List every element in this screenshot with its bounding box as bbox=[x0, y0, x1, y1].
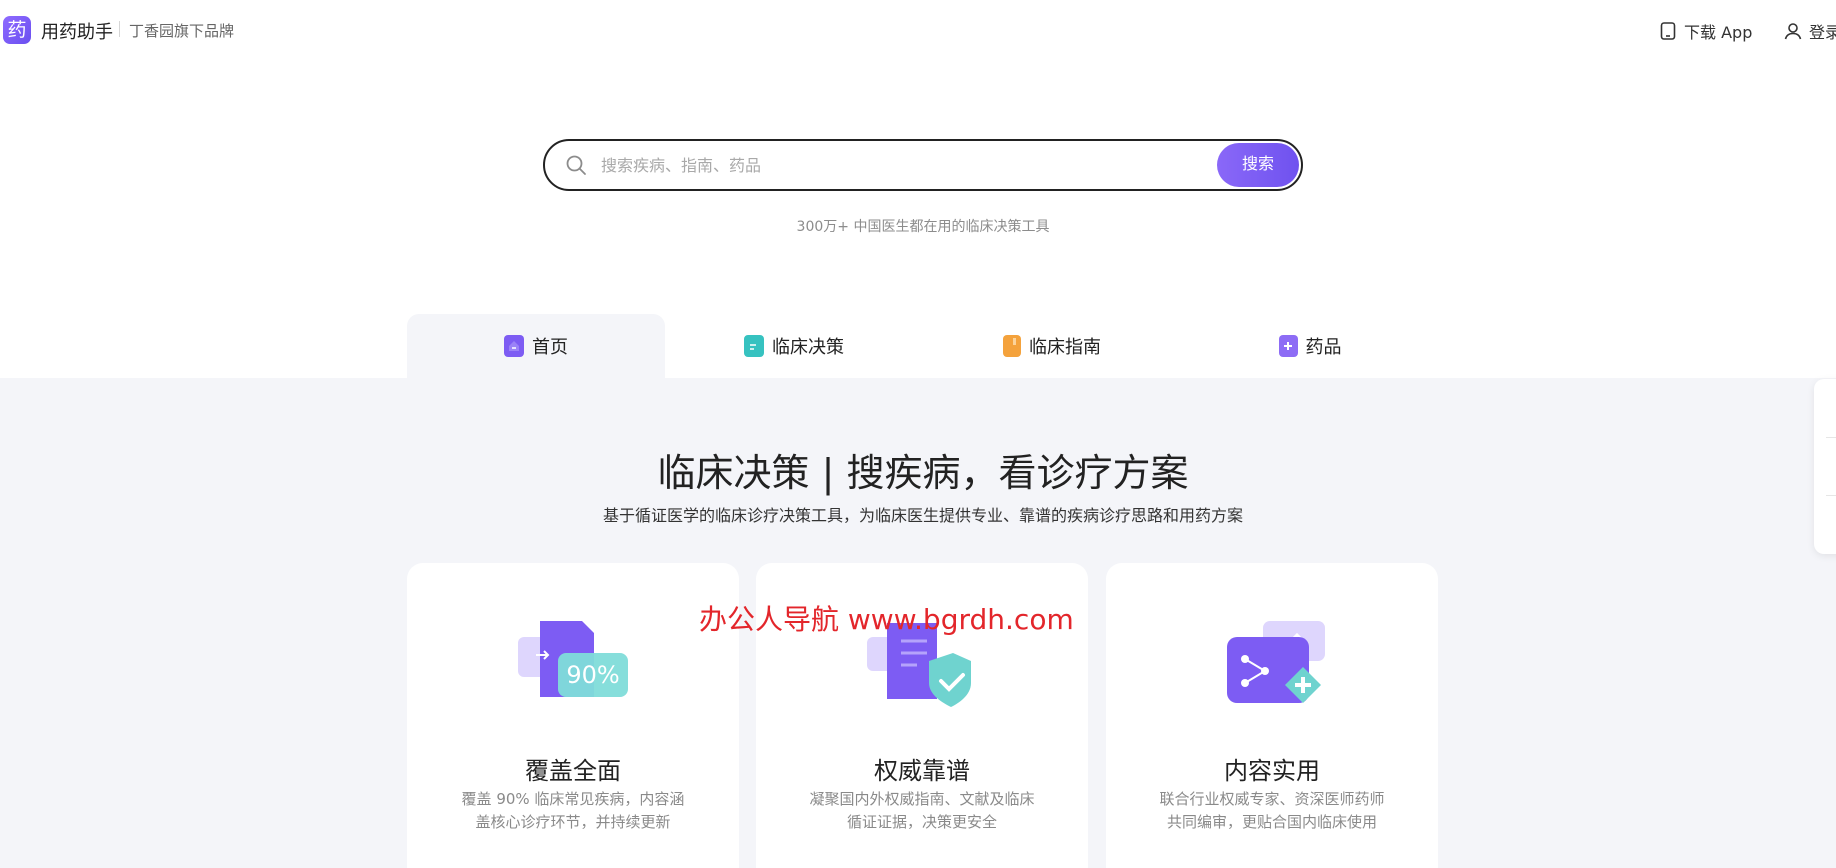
download-app-label: 下载 App bbox=[1684, 23, 1753, 42]
search-bar: 搜索 bbox=[543, 139, 1303, 191]
header-divider bbox=[119, 21, 120, 37]
login-label: 登录 bbox=[1809, 23, 1836, 42]
user-icon bbox=[1784, 23, 1802, 40]
search-tagline: 300万+ 中国医生都在用的临床决策工具 bbox=[796, 219, 1050, 235]
coverage-document-icon: 90% bbox=[518, 621, 628, 697]
tab-clinical-guideline-label: 临床指南 bbox=[1029, 337, 1101, 358]
tab-home[interactable]: 首页 bbox=[407, 314, 665, 378]
guideline-book-icon bbox=[1003, 335, 1021, 357]
coverage-badge: 90% bbox=[566, 661, 619, 689]
app-logo-icon[interactable]: 药 bbox=[3, 16, 31, 44]
feature-card-practical: 内容实用 联合行业权威专家、资深医师药师共同编审，更贴合国内临床使用 bbox=[1106, 563, 1438, 868]
feature-card-desc: 凝聚国内外权威指南、文献及临床循证证据，决策更安全 bbox=[809, 790, 1035, 831]
feature-card-desc: 联合行业权威专家、资深医师药师共同编审，更贴合国内临床使用 bbox=[1159, 790, 1385, 831]
feature-card-title: 权威靠谱 bbox=[874, 757, 970, 785]
home-icon bbox=[504, 335, 524, 357]
section-title: 临床决策 | 搜疾病，看诊疗方案 bbox=[657, 451, 1189, 495]
side-toolbar-divider bbox=[1826, 495, 1836, 496]
practical-share-icon bbox=[1227, 621, 1325, 703]
tab-clinical-guideline[interactable]: 临床指南 bbox=[923, 314, 1181, 378]
section-subtitle: 基于循证医学的临床诊疗决策工具，为临床医生提供专业、靠谱的疾病诊疗思路和用药方案 bbox=[602, 506, 1243, 525]
feature-card-coverage: 90% 覆盖全面 覆盖 90% 临床常见疾病，内容涵盖核心诊疗环节，并持续更新 bbox=[407, 563, 739, 868]
tab-medicine[interactable]: 药品 bbox=[1181, 314, 1439, 378]
app-name[interactable]: 用药助手 bbox=[41, 18, 113, 44]
brand-subtitle: 丁香园旗下品牌 bbox=[129, 22, 235, 40]
tab-medicine-label: 药品 bbox=[1305, 337, 1342, 358]
download-app-link[interactable]: 下载 App bbox=[1658, 19, 1752, 43]
medicine-icon bbox=[1278, 335, 1298, 357]
feature-card-title: 内容实用 bbox=[1224, 757, 1320, 785]
tablet-icon bbox=[1660, 22, 1676, 40]
search-input[interactable] bbox=[601, 151, 1241, 179]
main-tabs: 首页 临床决策 临床指南 药品 bbox=[407, 314, 1439, 378]
side-toolbar-divider bbox=[1826, 437, 1836, 438]
tab-home-label: 首页 bbox=[532, 337, 568, 358]
tab-clinical-decision-label: 临床决策 bbox=[772, 337, 844, 358]
watermark-text: 办公人导航 www.bgrdh.com bbox=[699, 603, 1074, 636]
feature-card-title: 覆盖全面 bbox=[525, 757, 621, 785]
tab-clinical-decision[interactable]: 临床决策 bbox=[665, 314, 923, 378]
side-toolbar[interactable] bbox=[1814, 379, 1836, 554]
login-link[interactable]: 登录 bbox=[1783, 19, 1836, 43]
clinical-decision-icon bbox=[744, 335, 764, 357]
feature-card-desc: 覆盖 90% 临床常见疾病，内容涵盖核心诊疗环节，并持续更新 bbox=[461, 790, 685, 831]
top-header: 药 用药助手 丁香园旗下品牌 下载 App 登录 bbox=[0, 0, 1836, 58]
search-button[interactable]: 搜索 bbox=[1217, 143, 1299, 187]
search-icon bbox=[566, 155, 586, 175]
